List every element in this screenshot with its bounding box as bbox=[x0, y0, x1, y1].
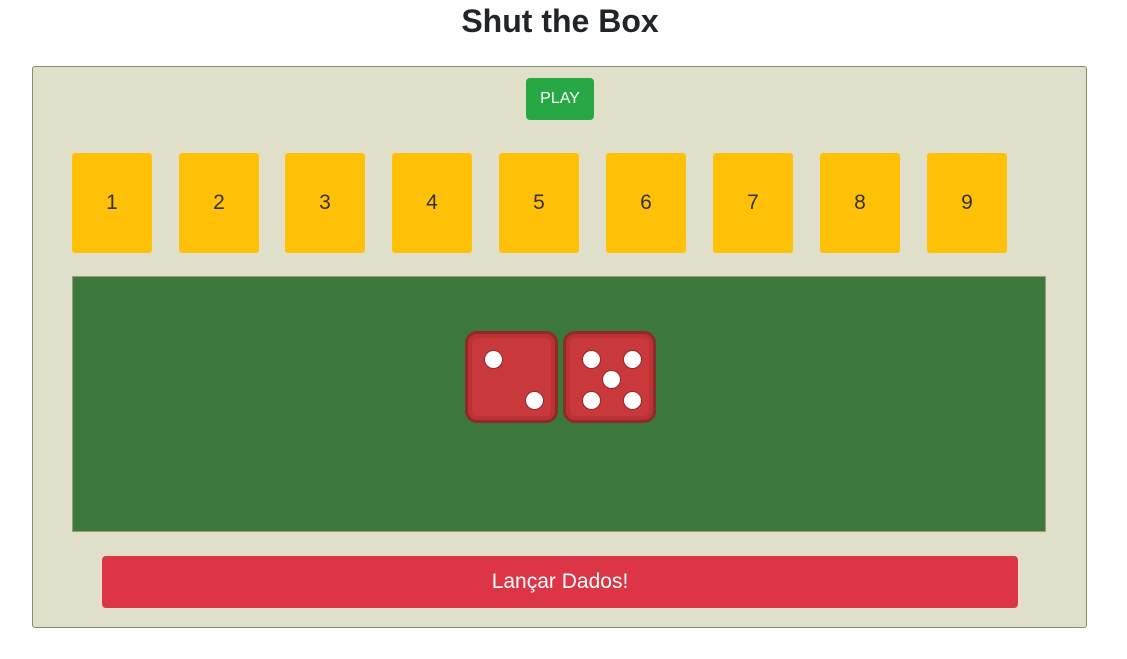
tile-5[interactable]: 5 bbox=[499, 153, 579, 253]
tile-3[interactable]: 3 bbox=[285, 153, 365, 253]
roll-dice-button[interactable]: Lançar Dados! bbox=[102, 556, 1018, 608]
tile-1[interactable]: 1 bbox=[72, 153, 152, 253]
game-board: PLAY 1 2 3 4 5 6 7 8 9 Lançar Dados! bbox=[32, 66, 1087, 628]
tile-8[interactable]: 8 bbox=[820, 153, 900, 253]
tile-7[interactable]: 7 bbox=[713, 153, 793, 253]
die-pip bbox=[485, 351, 502, 368]
tile-9[interactable]: 9 bbox=[927, 153, 1007, 253]
die-pip bbox=[583, 351, 600, 368]
die-pip bbox=[583, 392, 600, 409]
die-pip bbox=[624, 392, 641, 409]
die-pip bbox=[624, 351, 641, 368]
die-pip bbox=[526, 392, 543, 409]
tile-6[interactable]: 6 bbox=[606, 153, 686, 253]
die-pip bbox=[603, 371, 620, 388]
tile-4[interactable]: 4 bbox=[392, 153, 472, 253]
page-title: Shut the Box bbox=[461, 3, 659, 39]
dice-table bbox=[72, 276, 1046, 532]
play-button[interactable]: PLAY bbox=[526, 78, 594, 120]
tile-2[interactable]: 2 bbox=[179, 153, 259, 253]
die-1 bbox=[465, 331, 558, 423]
die-2 bbox=[563, 331, 656, 423]
